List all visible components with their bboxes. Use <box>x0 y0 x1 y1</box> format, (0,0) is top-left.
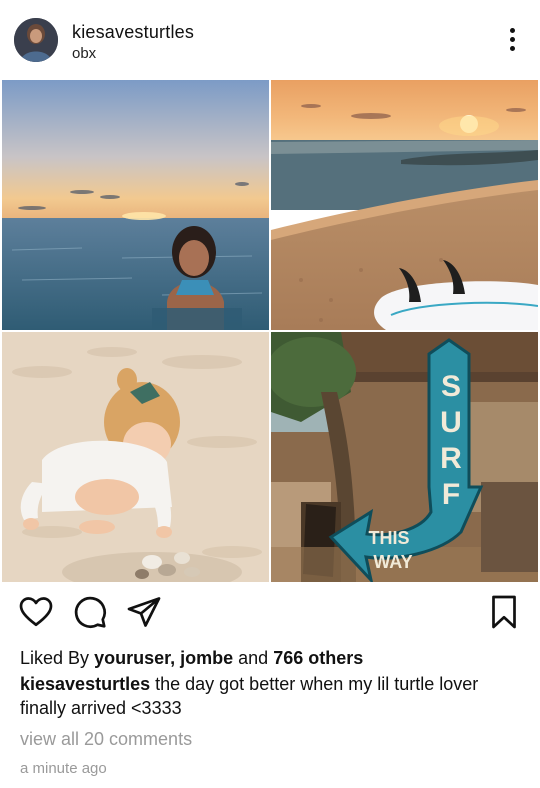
post-image-grid[interactable]: S U R F THIS WAY <box>0 78 540 582</box>
ocean-sunset-swim-photo[interactable] <box>2 80 269 330</box>
comment-icon[interactable] <box>72 594 108 630</box>
post-caption: kiesavesturtles the day got better when … <box>20 672 520 720</box>
likes-prefix: Liked By <box>20 648 90 668</box>
likes-others[interactable]: 766 others <box>273 648 363 668</box>
sign-this-text: THIS <box>368 528 409 548</box>
sign-letter-f: F <box>442 478 460 511</box>
likes-line: Liked By youruser, jombe and 766 others <box>20 648 363 669</box>
sign-letter-s: S <box>441 370 461 403</box>
likes-users[interactable]: youruser, jombe <box>94 648 233 668</box>
post-action-bar <box>0 594 540 634</box>
caption-username[interactable]: kiesavesturtles <box>20 674 150 694</box>
heart-icon[interactable] <box>18 594 54 630</box>
sign-way-text: WAY <box>373 552 412 572</box>
beach-sunset-surfboard-photo[interactable] <box>271 80 538 330</box>
bookmark-icon[interactable] <box>486 594 522 630</box>
share-icon[interactable] <box>126 594 162 630</box>
likes-middle: and <box>238 648 269 668</box>
more-dots-icon[interactable] <box>506 28 518 54</box>
post-location[interactable]: obx <box>72 45 96 62</box>
post-header: kiesavesturtles obx <box>0 0 540 78</box>
avatar[interactable] <box>14 18 58 62</box>
post-timestamp: a minute ago <box>20 760 107 777</box>
view-comments-link[interactable]: view all 20 comments <box>20 729 192 750</box>
toddler-shells-sand-photo[interactable] <box>2 332 269 582</box>
sign-letter-u: U <box>440 406 462 439</box>
post-username[interactable]: kiesavesturtles <box>72 22 194 43</box>
sign-letter-r: R <box>440 442 462 475</box>
surf-this-way-sign-photo[interactable]: S U R F THIS WAY <box>271 332 538 582</box>
